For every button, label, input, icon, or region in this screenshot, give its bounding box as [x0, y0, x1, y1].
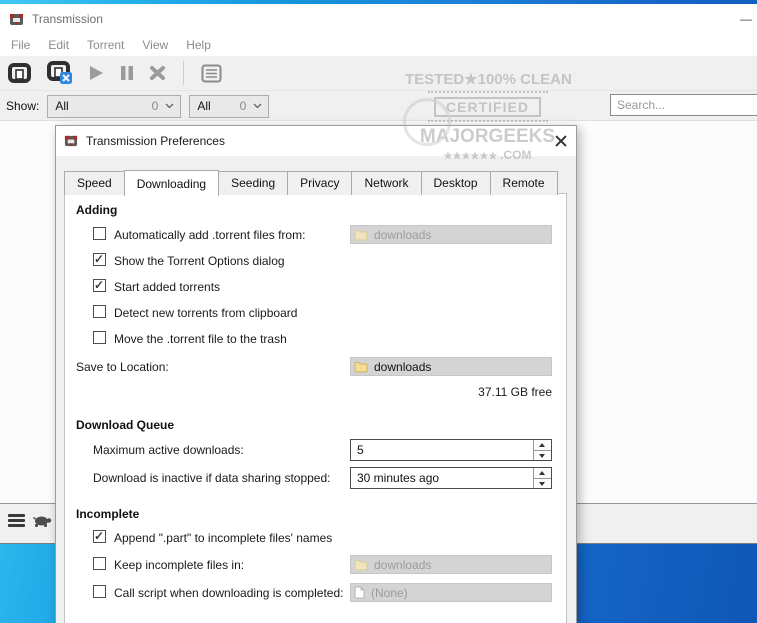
- tab-network[interactable]: Network: [351, 171, 422, 195]
- checkbox-start-added[interactable]: [93, 278, 106, 292]
- transmission-app-icon: [64, 134, 78, 148]
- checkbox-move-trash[interactable]: [93, 331, 106, 344]
- toolbar-separator: [183, 61, 184, 85]
- transmission-app-icon: [9, 12, 24, 27]
- folder-icon: [354, 229, 368, 241]
- toolbar: [0, 56, 757, 91]
- menu-file[interactable]: File: [2, 35, 39, 55]
- label-keep-incomplete: Keep incomplete files in:: [114, 558, 245, 572]
- filter-status-value: All: [55, 99, 69, 113]
- filter-tracker-count: 0: [239, 99, 247, 113]
- save-location-folder-button[interactable]: downloads: [350, 357, 552, 376]
- auto-add-folder-button[interactable]: downloads: [350, 225, 552, 244]
- section-header-adding: Adding: [76, 203, 118, 217]
- open-torrent-url-icon[interactable]: [47, 61, 73, 85]
- file-icon: [354, 586, 365, 599]
- filter-dropdown-status[interactable]: All 0: [47, 94, 182, 118]
- tab-remote[interactable]: Remote: [489, 171, 558, 195]
- menu-edit[interactable]: Edit: [39, 35, 78, 55]
- spinner-buttons: [533, 440, 551, 460]
- auto-add-folder-label: downloads: [374, 227, 432, 242]
- spin-down-icon[interactable]: [534, 478, 551, 488]
- spin-up-icon[interactable]: [534, 440, 551, 451]
- folder-icon: [354, 361, 368, 373]
- downloading-tab-page: Adding Automatically add .torrent files …: [64, 193, 567, 623]
- label-start-added: Start added torrents: [114, 280, 221, 294]
- filter-dropdown-tracker[interactable]: All 0: [189, 94, 270, 118]
- label-save-location: Save to Location:: [76, 360, 169, 374]
- incomplete-folder-label: downloads: [374, 557, 432, 572]
- free-space-label: 37.11 GB free: [478, 385, 552, 399]
- screen: Transmission — File Edit Torrent View He…: [0, 0, 757, 623]
- script-file-label: (None): [371, 585, 408, 600]
- max-active-value: 5: [357, 443, 364, 457]
- script-file-button[interactable]: (None): [350, 583, 552, 602]
- search-input[interactable]: [610, 94, 757, 116]
- minimize-button[interactable]: —: [737, 10, 755, 28]
- pause-torrent-icon[interactable]: [120, 65, 134, 81]
- tab-privacy[interactable]: Privacy: [287, 171, 353, 195]
- torrent-details-icon[interactable]: [201, 64, 222, 83]
- tab-desktop[interactable]: Desktop: [420, 171, 491, 195]
- close-icon[interactable]: [553, 133, 569, 149]
- label-inactive-stopped: Download is inactive if data sharing sto…: [93, 471, 331, 485]
- label-move-trash: Move the .torrent file to the trash: [114, 332, 287, 346]
- tab-speed[interactable]: Speed: [64, 171, 125, 195]
- menu-view[interactable]: View: [133, 35, 177, 55]
- folder-icon: [354, 559, 368, 571]
- start-torrent-icon[interactable]: [88, 64, 105, 82]
- save-location-folder-label: downloads: [374, 359, 432, 374]
- checkbox-auto-add[interactable]: [93, 227, 106, 240]
- checkbox-show-options[interactable]: [93, 252, 106, 266]
- turtle-alt-speed-icon[interactable]: [33, 513, 52, 528]
- menubar: File Edit Torrent View Help: [0, 34, 757, 56]
- show-filter-label: Show:: [6, 99, 40, 113]
- filter-tracker-value: All: [197, 99, 211, 113]
- preferences-dialog: Transmission Preferences Speed Downloadi…: [55, 125, 577, 623]
- label-call-script: Call script when downloading is complete…: [114, 586, 344, 600]
- label-auto-add: Automatically add .torrent files from:: [114, 228, 306, 242]
- dialog-title: Transmission Preferences: [86, 134, 225, 148]
- label-append-part: Append ".part" to incomplete files' name…: [114, 531, 333, 545]
- incomplete-folder-button[interactable]: downloads: [350, 555, 552, 574]
- spinner-buttons: [533, 468, 551, 488]
- checkbox-call-script[interactable]: [93, 585, 106, 598]
- dialog-titlebar: Transmission Preferences: [56, 126, 576, 156]
- max-active-downloads-spinner[interactable]: 5: [350, 439, 552, 461]
- window-title: Transmission: [32, 12, 103, 26]
- checkbox-keep-incomplete[interactable]: [93, 557, 106, 570]
- preferences-tabstrip: Speed Downloading Seeding Privacy Networ…: [64, 170, 558, 196]
- spin-up-icon[interactable]: [534, 468, 551, 479]
- chevron-down-icon: [165, 103, 174, 109]
- section-header-download-queue: Download Queue: [76, 418, 175, 432]
- remove-torrent-icon[interactable]: [149, 65, 166, 81]
- section-header-incomplete: Incomplete: [76, 507, 140, 521]
- checkbox-append-part[interactable]: [93, 529, 106, 543]
- titlebar: Transmission —: [0, 4, 757, 34]
- inactive-time-value: 30 minutes ago: [357, 471, 440, 485]
- spin-down-icon[interactable]: [534, 450, 551, 460]
- inactive-time-spinner[interactable]: 30 minutes ago: [350, 467, 552, 489]
- filterbar: Show: All 0 All 0: [0, 91, 757, 121]
- options-menu-icon[interactable]: [8, 514, 25, 527]
- menu-help[interactable]: Help: [177, 35, 220, 55]
- chevron-down-icon: [253, 103, 262, 109]
- open-torrent-icon[interactable]: [8, 62, 32, 84]
- label-show-options: Show the Torrent Options dialog: [114, 254, 285, 268]
- label-max-active: Maximum active downloads:: [93, 443, 244, 457]
- label-detect-clipboard: Detect new torrents from clipboard: [114, 306, 298, 320]
- filter-status-count: 0: [151, 99, 159, 113]
- menu-torrent[interactable]: Torrent: [78, 35, 133, 55]
- tab-seeding[interactable]: Seeding: [218, 171, 289, 195]
- tab-downloading[interactable]: Downloading: [123, 170, 220, 196]
- checkbox-detect-clipboard[interactable]: [93, 305, 106, 318]
